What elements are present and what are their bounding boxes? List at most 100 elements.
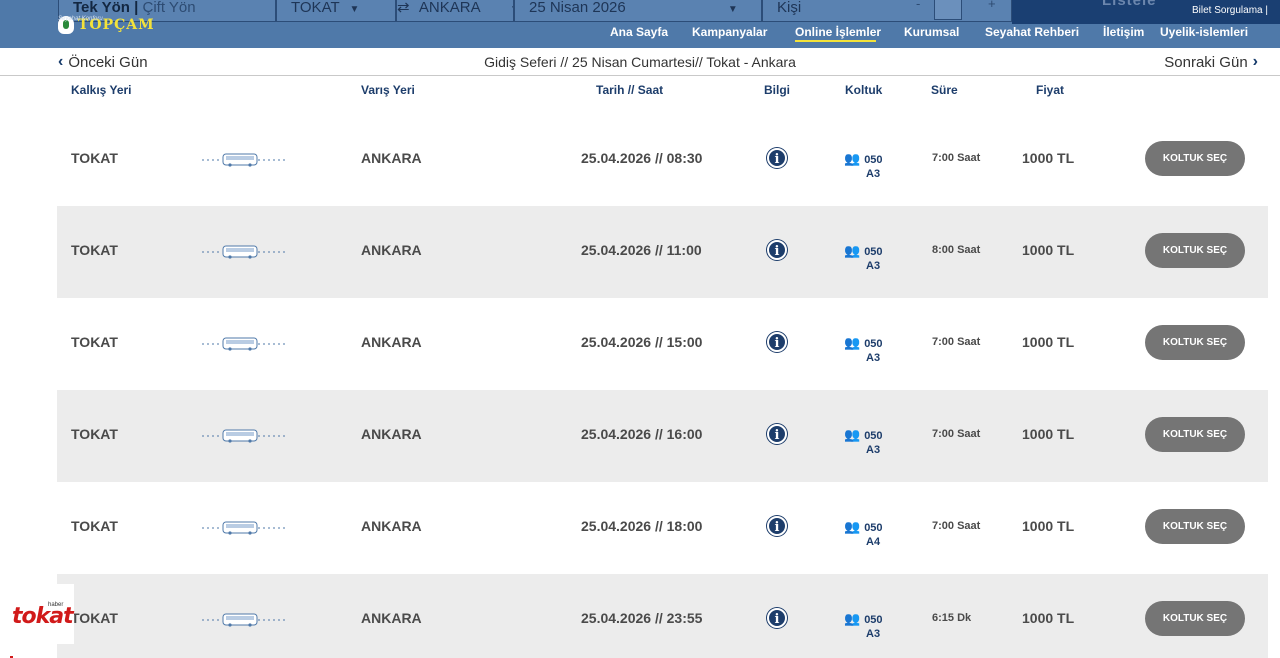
trip-datetime: 25.04.2026 // 16:00: [581, 426, 703, 442]
info-icon[interactable]: i: [767, 332, 787, 352]
select-seat-button[interactable]: KOLTUK SEÇ: [1145, 509, 1245, 544]
select-seat-button[interactable]: KOLTUK SEÇ: [1145, 325, 1245, 360]
bus-route-icon: [202, 335, 302, 351]
select-seat-button[interactable]: KOLTUK SEÇ: [1145, 601, 1245, 636]
nav-item-6[interactable]: İletişim: [1103, 25, 1144, 39]
trip-from: TOKAT: [71, 334, 118, 350]
site-header: Tek Yön | Çift Yön TOKAT ▼ ⇄ ANKARA ▼ 25…: [0, 0, 1280, 48]
info-icon[interactable]: i: [767, 608, 787, 628]
select-seat-button[interactable]: KOLTUK SEÇ: [1145, 417, 1245, 452]
trip-from: TOKAT: [71, 610, 118, 626]
passenger-label: Kişi: [777, 0, 802, 16]
nav-item-5[interactable]: Seyahat Rehberi: [985, 25, 1079, 39]
trip-to: ANKARA: [361, 610, 422, 626]
bus-route-icon: [202, 427, 302, 443]
trip-datetime: 25.04.2026 // 23:55: [581, 610, 703, 626]
trip-price: 1000 TL: [1022, 426, 1075, 442]
nav-item-4[interactable]: Kurumsal: [904, 25, 959, 39]
trip-row: TOKAT ANKARA 25.04.2026 // 08:30 i 👥 050 A3 7:0…: [57, 114, 1268, 206]
bus-route-icon: [202, 611, 302, 627]
trip-duration: 7:00 Saat: [932, 152, 981, 164]
select-seat-button[interactable]: KOLTUK SEÇ: [1145, 141, 1245, 176]
passengers-icon: 👥: [844, 151, 861, 166]
seat-count: 👥 050: [844, 519, 883, 535]
trip-row: TOKAT ANKARA 25.04.2026 // 15:00 i 👥 050 A3 7:0…: [57, 298, 1268, 390]
next-day-link[interactable]: Sonraki Gün ›: [1164, 53, 1258, 71]
next-day-label: Sonraki Gün: [1164, 53, 1248, 71]
column-header-price: Fiyat: [1036, 83, 1065, 97]
column-header-datetime: Tarih // Saat: [596, 83, 664, 97]
nav-item-7[interactable]: Uyelik-islemleri: [1160, 25, 1248, 39]
from-value: TOKAT: [291, 0, 340, 16]
trip-to: ANKARA: [361, 242, 422, 258]
nav-item-3[interactable]: Online İşlemler: [795, 25, 881, 39]
ticket-query-link[interactable]: Bilet Sorgulama |: [1192, 5, 1268, 16]
trip-from: TOKAT: [71, 518, 118, 534]
nav-item-1[interactable]: Ana Sayfa: [610, 25, 668, 39]
bus-type: A3: [866, 168, 881, 180]
trip-datetime: 25.04.2026 // 08:30: [581, 150, 703, 166]
seat-count: 👥 050: [844, 335, 883, 351]
passengers-icon: 👥: [844, 243, 861, 258]
seat-count-value: 050: [864, 522, 883, 534]
trip-duration: 7:00 Saat: [932, 428, 981, 440]
tokat-haber-watermark: haber tokat: [8, 584, 74, 644]
bus-type: A4: [866, 536, 881, 548]
trip-duration: 6:15 Dk: [932, 612, 972, 624]
trip-price: 1000 TL: [1022, 610, 1075, 626]
table-header: Kalkış Yeri Varış Yeri Tarih // Saat Bil…: [0, 80, 1280, 102]
passengers-icon: 👥: [844, 611, 861, 626]
column-header-from: Kalkış Yeri: [71, 83, 132, 97]
seat-count: 👥 050: [844, 151, 883, 167]
bus-type: A3: [866, 628, 881, 640]
nav-item-2[interactable]: Kampanyalar: [692, 25, 767, 39]
day-navigation: ‹ Önceki Gün Gidiş Seferi // 25 Nisan Cu…: [0, 50, 1280, 76]
info-icon[interactable]: i: [767, 424, 787, 444]
trip-to: ANKARA: [361, 334, 422, 350]
passengers-icon: 👥: [844, 427, 861, 442]
seat-count-value: 050: [864, 154, 883, 166]
chevron-down-icon: ▼: [727, 4, 738, 15]
trip-duration: 8:00 Saat: [932, 244, 981, 256]
trip-to: ANKARA: [361, 150, 422, 166]
trip-to: ANKARA: [361, 518, 422, 534]
from-select[interactable]: TOKAT ▼: [276, 0, 396, 22]
seat-count: 👥 050: [844, 427, 883, 443]
passenger-decrease-button[interactable]: -: [916, 0, 920, 11]
info-icon[interactable]: i: [767, 240, 787, 260]
column-header-info: Bilgi: [764, 83, 790, 97]
nav-active-indicator: [795, 40, 876, 42]
trip-title: Gidiş Seferi // 25 Nisan Cumartesi// Tok…: [484, 54, 796, 70]
seat-count-value: 050: [864, 338, 883, 350]
page: Tek Yön | Çift Yön TOKAT ▼ ⇄ ANKARA ▼ 25…: [0, 0, 1280, 658]
info-icon[interactable]: i: [767, 148, 787, 168]
chevron-down-icon: ▼: [349, 4, 360, 15]
info-icon[interactable]: i: [767, 516, 787, 536]
trip-datetime: 25.04.2026 // 15:00: [581, 334, 703, 350]
trip-from: TOKAT: [71, 242, 118, 258]
trip-row: TOKAT ANKARA 25.04.2026 // 23:55 i 👥 050 A3 6:1…: [57, 574, 1268, 658]
seat-count: 👥 050: [844, 243, 883, 259]
trip-datetime: 25.04.2026 // 11:00: [581, 242, 702, 258]
trip-price: 1000 TL: [1022, 518, 1075, 534]
trip-row: TOKAT ANKARA 25.04.2026 // 16:00 i 👥 050 A3 7:0…: [57, 390, 1268, 482]
bus-route-icon: [202, 151, 302, 167]
to-select[interactable]: ⇄ ANKARA ▼: [396, 0, 514, 22]
list-button-label: Listele: [1102, 0, 1157, 9]
seat-count-value: 050: [864, 246, 883, 258]
passenger-increase-button[interactable]: +: [988, 0, 996, 11]
passenger-count-input[interactable]: [934, 0, 962, 20]
logo-subtitle: Seyahat Konforu: [58, 16, 103, 22]
trip-price: 1000 TL: [1022, 242, 1075, 258]
select-seat-button[interactable]: KOLTUK SEÇ: [1145, 233, 1245, 268]
trip-duration: 7:00 Saat: [932, 520, 981, 532]
passenger-field: Kişi: [762, 0, 1012, 22]
search-strip: Tek Yön | Çift Yön TOKAT ▼ ⇄ ANKARA ▼ 25…: [58, 0, 1280, 24]
swap-icon[interactable]: ⇄: [397, 0, 410, 16]
trip-price: 1000 TL: [1022, 334, 1075, 350]
date-select[interactable]: 25 Nisan 2026 ▼: [514, 0, 762, 22]
column-header-seat: Koltuk: [845, 83, 883, 97]
bus-type: A3: [866, 352, 881, 364]
bus-type: A3: [866, 260, 881, 272]
trip-from: TOKAT: [71, 150, 118, 166]
